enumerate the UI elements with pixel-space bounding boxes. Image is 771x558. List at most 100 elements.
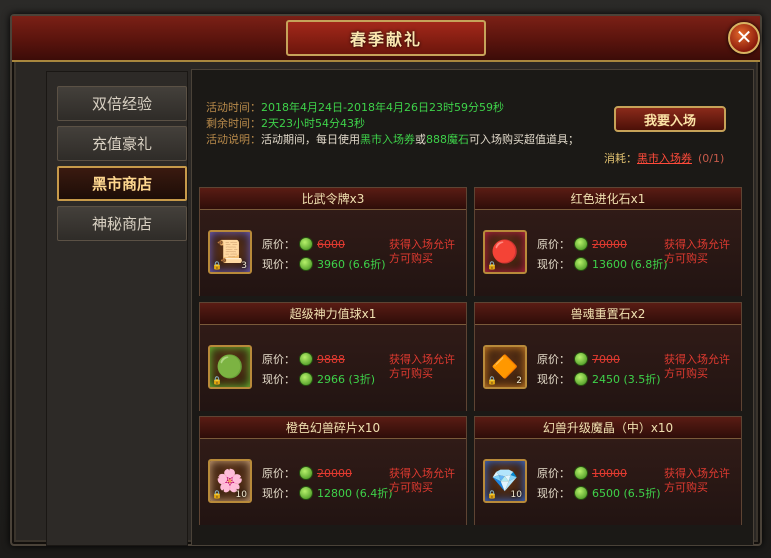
coin-icon [574,257,588,271]
lock-icon: 🔒 [212,490,222,499]
purchase-condition: 获得入场允许方可购买 [389,353,455,380]
event-time-row: 活动时间：2018年4月24日-2018年4月26日23时59分59秒 [206,100,606,116]
coin-icon [299,257,313,271]
coin-icon [299,352,313,366]
original-price: 7000 [592,352,620,366]
event-time-label: 活动时间： [206,101,261,114]
event-description: 活动说明：活动期间，每日使用黑市入场券或888魔石可入场购买超值道具； [206,132,606,148]
original-price-row: 原价： 20000 [537,236,627,252]
item-quantity: 10 [235,490,247,500]
purchase-condition: 获得入场允许方可购买 [664,467,730,494]
original-price-row: 原价： 7000 [537,351,620,367]
current-price-label: 现价： [262,373,295,386]
item-quantity: 3 [241,261,247,271]
shop-item-card: 橙色幻兽碎片x10 🌸 🔒 10 原价： 20000 现价： 12800 (6.4折… [199,416,467,525]
sidebar-item-black-market[interactable]: 黑市商店 [57,166,187,201]
sidebar-item-label: 充值豪礼 [91,135,152,153]
current-price: 13600 (6.8折) [592,258,668,271]
item-name: 幻兽升级魔晶（中）x10 [475,417,741,439]
window-title: 春季献礼 [349,30,422,49]
current-price-row: 现价： 2966 (3折) [262,371,375,387]
shop-panel: 活动时间：2018年4月24日-2018年4月26日23时59分59秒 剩余时间… [191,69,754,546]
original-price-row: 原价： 6000 [262,236,345,252]
sidebar-item-label: 双倍经验 [91,95,152,113]
event-window: 春季献礼 ✕ 双倍经验 充值豪礼 黑市商店 神秘商店 活动时间：2018年4月2… [10,14,762,546]
title-bar: 春季献礼 ✕ [12,16,760,62]
current-price-row: 现价： 6500 (6.5折) [537,485,661,501]
description-label: 活动说明： [206,133,261,146]
shop-item-card: 兽魂重置石x2 🔶 🔒 2 原价： 7000 现价： 2450 (3.5折) 获得入… [474,302,742,411]
coin-icon [299,237,313,251]
item-name: 橙色幻兽碎片x10 [200,417,466,439]
event-time-value: 2018年4月24日-2018年4月26日23时59分59秒 [261,101,504,114]
original-price: 20000 [592,237,627,251]
sidebar-item-label: 神秘商店 [91,215,152,233]
event-info: 活动时间：2018年4月24日-2018年4月26日23时59分59秒 剩余时间… [206,100,606,148]
current-price-row: 现价： 2450 (3.5折) [537,371,661,387]
current-price-label: 现价： [262,258,295,271]
lock-icon: 🔒 [212,376,222,385]
current-price-label: 现价： [537,487,570,500]
lock-icon: 🔒 [487,490,497,499]
coin-icon [574,372,588,386]
original-price-label: 原价： [262,467,295,480]
sidebar-item-mystery-shop[interactable]: 神秘商店 [57,206,187,241]
sidebar-item-label: 黑市商店 [91,175,152,193]
shop-item-card: 红色进化石x1 🔴 🔒 原价： 20000 现价： 13600 (6.8折) 获得入… [474,187,742,296]
original-price-label: 原价： [537,238,570,251]
shop-item-card: 超级神力值球x1 🟢 🔒 原价： 9888 现价： 2966 (3折) 获得入场允许… [199,302,467,411]
close-icon: ✕ [735,25,753,49]
remaining-time-label: 剩余时间： [206,117,261,130]
coin-icon [574,352,588,366]
description-text-c: 可入场购买超值道具； [469,133,579,146]
purchase-condition: 获得入场允许方可购买 [389,238,455,265]
close-button[interactable]: ✕ [728,22,760,54]
sidebar-item-double-exp[interactable]: 双倍经验 [57,86,187,121]
consume-ticket-link[interactable]: 黑市入场券 [637,152,692,165]
item-name: 比武令牌x3 [200,188,466,210]
original-price-label: 原价： [537,353,570,366]
title-plate: 春季献礼 [286,20,486,56]
lock-icon: 🔒 [212,261,222,270]
purchase-condition: 获得入场允许方可购买 [664,353,730,380]
lock-icon: 🔒 [487,261,497,270]
description-text-b: 或 [415,133,426,146]
crystal-icon[interactable]: 💎 🔒 10 [483,459,527,503]
item-name: 超级神力值球x1 [200,303,466,325]
current-price-label: 现价： [537,258,570,271]
original-price-label: 原价： [537,467,570,480]
original-price: 20000 [317,466,352,480]
coin-icon [574,237,588,251]
description-stone: 888魔石 [426,133,469,146]
red-stone-icon[interactable]: 🔴 🔒 [483,230,527,274]
original-price: 6000 [317,237,345,251]
current-price: 12800 (6.4折) [317,487,393,500]
orb-icon[interactable]: 🟢 🔒 [208,345,252,389]
item-quantity: 2 [516,376,522,386]
current-price: 2450 (3.5折) [592,373,661,386]
current-price-label: 现价： [537,373,570,386]
scroll-icon[interactable]: 📜 🔒 3 [208,230,252,274]
consume-count: (0/1) [698,152,725,165]
fragment-icon[interactable]: 🌸 🔒 10 [208,459,252,503]
lock-icon: 🔒 [487,376,497,385]
gem-icon[interactable]: 🔶 🔒 2 [483,345,527,389]
description-ticket: 黑市入场券 [360,133,415,146]
current-price: 6500 (6.5折) [592,487,661,500]
purchase-condition: 获得入场允许方可购买 [664,238,730,265]
coin-icon [299,466,313,480]
current-price: 3960 (6.6折) [317,258,386,271]
coin-icon [574,466,588,480]
current-price-row: 现价： 3960 (6.6折) [262,256,386,272]
shop-item-card: 幻兽升级魔晶（中）x10 💎 🔒 10 原价： 10000 现价： 6500 (6.… [474,416,742,525]
shop-item-card: 比武令牌x3 📜 🔒 3 原价： 6000 现价： 3960 (6.6折) 获得入场… [199,187,467,296]
consume-row: 消耗：黑市入场券 (0/1) [604,150,724,166]
remaining-time-value: 2天23小时54分43秒 [261,117,365,130]
sidebar-item-recharge[interactable]: 充值豪礼 [57,126,187,161]
consume-label: 消耗： [604,152,637,165]
enter-market-button[interactable]: 我要入场 [614,106,726,132]
event-window-backdrop: 春季献礼 ✕ 双倍经验 充值豪礼 黑市商店 神秘商店 活动时间：2018年4月2… [0,0,771,558]
original-price-row: 原价： 9888 [262,351,345,367]
current-price-label: 现价： [262,487,295,500]
sidebar: 双倍经验 充值豪礼 黑市商店 神秘商店 [46,71,188,546]
